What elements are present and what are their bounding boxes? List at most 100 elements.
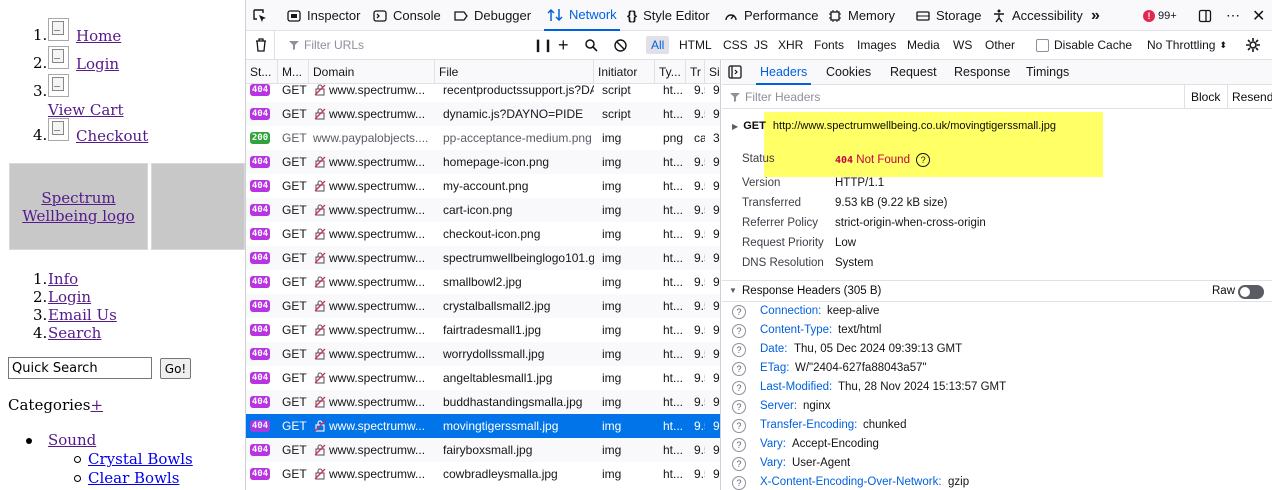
close-devtools-button[interactable]: ✕ bbox=[1252, 0, 1265, 31]
tab-cookies[interactable]: Cookies bbox=[826, 60, 871, 85]
filter-css[interactable]: CSS bbox=[723, 31, 748, 59]
email-us-link[interactable]: Email Us bbox=[48, 306, 117, 324]
help-question-icon[interactable]: ? bbox=[732, 324, 746, 338]
tab-response[interactable]: Response bbox=[954, 60, 1010, 85]
response-header-row[interactable]: ? Date: Thu, 05 Dec 2024 09:39:13 GMT bbox=[732, 341, 1262, 360]
table-row[interactable]: 404 GET www.spectrumw... smallbowl2.jpg img h… bbox=[246, 270, 720, 294]
filter-media[interactable]: Media bbox=[907, 31, 940, 59]
view-cart-link[interactable]: View Cart bbox=[48, 101, 123, 119]
tab-headers[interactable]: Headers bbox=[756, 60, 812, 85]
help-question-icon[interactable]: ? bbox=[732, 476, 746, 490]
toggle-sidebar-button[interactable] bbox=[728, 60, 742, 85]
response-header-row[interactable]: ? Server: nginx bbox=[732, 398, 1262, 417]
table-row[interactable]: 404 GET www.spectrumw... spectrumwellbeingl… bbox=[246, 246, 720, 270]
response-header-row[interactable]: ? Connection: keep-alive bbox=[732, 303, 1262, 322]
tab-style-editor[interactable]: {} Style Editor bbox=[627, 0, 710, 31]
filter-all[interactable]: All bbox=[646, 36, 670, 54]
help-question-icon[interactable]: ? bbox=[732, 305, 746, 319]
site-logo[interactable]: Spectrum Wellbeing logo bbox=[9, 163, 148, 250]
quick-search-input[interactable] bbox=[8, 357, 152, 379]
info-link[interactable]: Info bbox=[48, 270, 78, 288]
category-sound-link[interactable]: Sound bbox=[48, 431, 96, 449]
tab-network[interactable]: Network bbox=[544, 0, 620, 31]
help-question-icon[interactable]: ? bbox=[732, 343, 746, 357]
tab-request[interactable]: Request bbox=[890, 60, 937, 85]
response-header-row[interactable]: ? Vary: Accept-Encoding bbox=[732, 436, 1262, 455]
go-button[interactable]: Go! bbox=[160, 358, 191, 379]
error-count-badge[interactable]: ! 99+ bbox=[1143, 0, 1177, 31]
clear-requests-button[interactable] bbox=[254, 31, 268, 59]
tab-debugger[interactable]: Debugger bbox=[454, 0, 531, 31]
categories-expand-toggle[interactable]: + bbox=[91, 396, 104, 414]
subcategory-crystal-bowls-link[interactable]: Crystal Bowls bbox=[88, 450, 193, 468]
table-row[interactable]: 404 GET www.spectrumw... my-account.png img h… bbox=[246, 174, 720, 198]
tab-performance[interactable]: Performance bbox=[724, 0, 818, 31]
home-link[interactable]: Home bbox=[76, 27, 121, 45]
response-header-row[interactable]: ? X-Content-Encoding-Over-Network: gzip bbox=[732, 474, 1262, 490]
tab-inspector[interactable]: Inspector bbox=[287, 0, 360, 31]
response-header-row[interactable]: ? Vary: User-Agent bbox=[732, 455, 1262, 474]
table-row[interactable]: 404 GET www.spectrumw... fairtradesmall1.jp… bbox=[246, 318, 720, 342]
search-button[interactable] bbox=[585, 31, 598, 59]
table-row[interactable]: 404 GET www.spectrumw... angeltablesmall1.j… bbox=[246, 366, 720, 390]
table-row[interactable]: 404 GET www.spectrumw... worrydollssmall.jp… bbox=[246, 342, 720, 366]
filter-images[interactable]: Images bbox=[857, 31, 896, 59]
filter-urls-input[interactable]: Filter URLs bbox=[274, 31, 514, 59]
request-url-line[interactable]: ▶ GET http://www.spectrumwellbeing.co.uk… bbox=[732, 120, 1056, 132]
filter-js[interactable]: JS bbox=[754, 31, 768, 59]
filter-xhr[interactable]: XHR bbox=[778, 31, 803, 59]
table-row[interactable]: 404 GET www.spectrumw... movingtigerssmall.… bbox=[246, 414, 720, 438]
response-header-row[interactable]: ? Content-Type: text/html bbox=[732, 322, 1262, 341]
tab-timings[interactable]: Timings bbox=[1026, 60, 1069, 85]
filter-ws[interactable]: WS bbox=[953, 31, 972, 59]
throttling-select[interactable]: No Throttling ⬍ bbox=[1147, 31, 1227, 59]
help-question-icon[interactable]: ? bbox=[916, 153, 931, 167]
filter-fonts[interactable]: Fonts bbox=[814, 31, 844, 59]
filter-headers-input[interactable]: Filter Headers bbox=[730, 90, 820, 104]
element-picker-button[interactable] bbox=[252, 0, 274, 31]
filter-html[interactable]: HTML bbox=[679, 31, 712, 59]
table-row[interactable]: 404 GET www.spectrumw... checkout-icon.png i… bbox=[246, 222, 720, 246]
help-question-icon[interactable]: ? bbox=[732, 419, 746, 433]
table-row[interactable]: 404 GET www.spectrumw... fairyboxsmall.jpg i… bbox=[246, 438, 720, 462]
resend-button[interactable]: Resend bbox=[1232, 90, 1272, 104]
pause-button[interactable]: ❙❙ bbox=[533, 31, 553, 59]
disable-cache-checkbox[interactable] bbox=[1036, 38, 1049, 52]
block-button[interactable]: Block bbox=[1191, 90, 1220, 104]
tab-storage[interactable]: Storage bbox=[916, 0, 982, 31]
tab-console[interactable]: Console bbox=[373, 0, 441, 31]
subcategory-clear-bowls-link[interactable]: Clear Bowls bbox=[88, 469, 179, 487]
table-row[interactable]: 404 GET www.spectrumw... homepage-icon.png i… bbox=[246, 150, 720, 174]
table-row[interactable]: 404 GET www.spectrumw... cowbradleysmalla.j… bbox=[246, 462, 720, 486]
logo-alt-link[interactable]: Spectrum Wellbeing logo bbox=[10, 189, 147, 225]
table-row[interactable]: 404 GET www.spectrumw... cart-icon.png img ht… bbox=[246, 198, 720, 222]
help-question-icon[interactable]: ? bbox=[732, 400, 746, 414]
add-request-button[interactable]: + bbox=[558, 31, 569, 59]
response-header-row[interactable]: ? Last-Modified: Thu, 28 Nov 2024 15:13:57… bbox=[732, 379, 1262, 398]
devtools-menu-button[interactable]: ⋯ bbox=[1226, 0, 1240, 31]
help-question-icon[interactable]: ? bbox=[732, 438, 746, 452]
filter-other[interactable]: Other bbox=[985, 31, 1015, 59]
login-link[interactable]: Login bbox=[76, 55, 119, 73]
table-row[interactable]: 404 GET www.spectrumw... recentproductssupp… bbox=[246, 78, 720, 102]
login-link-secondary[interactable]: Login bbox=[48, 288, 91, 306]
help-question-icon[interactable]: ? bbox=[732, 381, 746, 395]
table-row[interactable]: 404 GET www.spectrumw... dynamic.js?DAYNO=P… bbox=[246, 102, 720, 126]
search-link[interactable]: Search bbox=[48, 324, 101, 342]
tab-memory[interactable]: Memory bbox=[828, 0, 895, 31]
disable-cache-toggle[interactable]: Disable Cache bbox=[1036, 31, 1132, 59]
response-header-row[interactable]: ? ETag: W/"2404-627fa88043a57" bbox=[732, 360, 1262, 379]
more-tools-chevron-icon[interactable]: » bbox=[1091, 0, 1100, 31]
table-row[interactable]: 200 GET www.paypalobjects.... pp-acceptance… bbox=[246, 126, 720, 150]
block-urls-button[interactable] bbox=[614, 31, 627, 59]
checkout-link[interactable]: Checkout bbox=[76, 127, 148, 145]
tab-accessibility[interactable]: Accessibility bbox=[992, 0, 1083, 31]
raw-toggle[interactable] bbox=[1238, 285, 1264, 299]
network-settings-button[interactable] bbox=[1245, 31, 1261, 59]
help-question-icon[interactable]: ? bbox=[732, 362, 746, 376]
help-question-icon[interactable]: ? bbox=[732, 457, 746, 471]
table-row[interactable]: 404 GET www.spectrumw... crystalballsmall2.… bbox=[246, 294, 720, 318]
dock-toggle-button[interactable] bbox=[1198, 0, 1212, 31]
response-headers-section[interactable]: ▼ Response Headers (305 B) Raw bbox=[722, 280, 1272, 302]
response-header-row[interactable]: ? Transfer-Encoding: chunked bbox=[732, 417, 1262, 436]
